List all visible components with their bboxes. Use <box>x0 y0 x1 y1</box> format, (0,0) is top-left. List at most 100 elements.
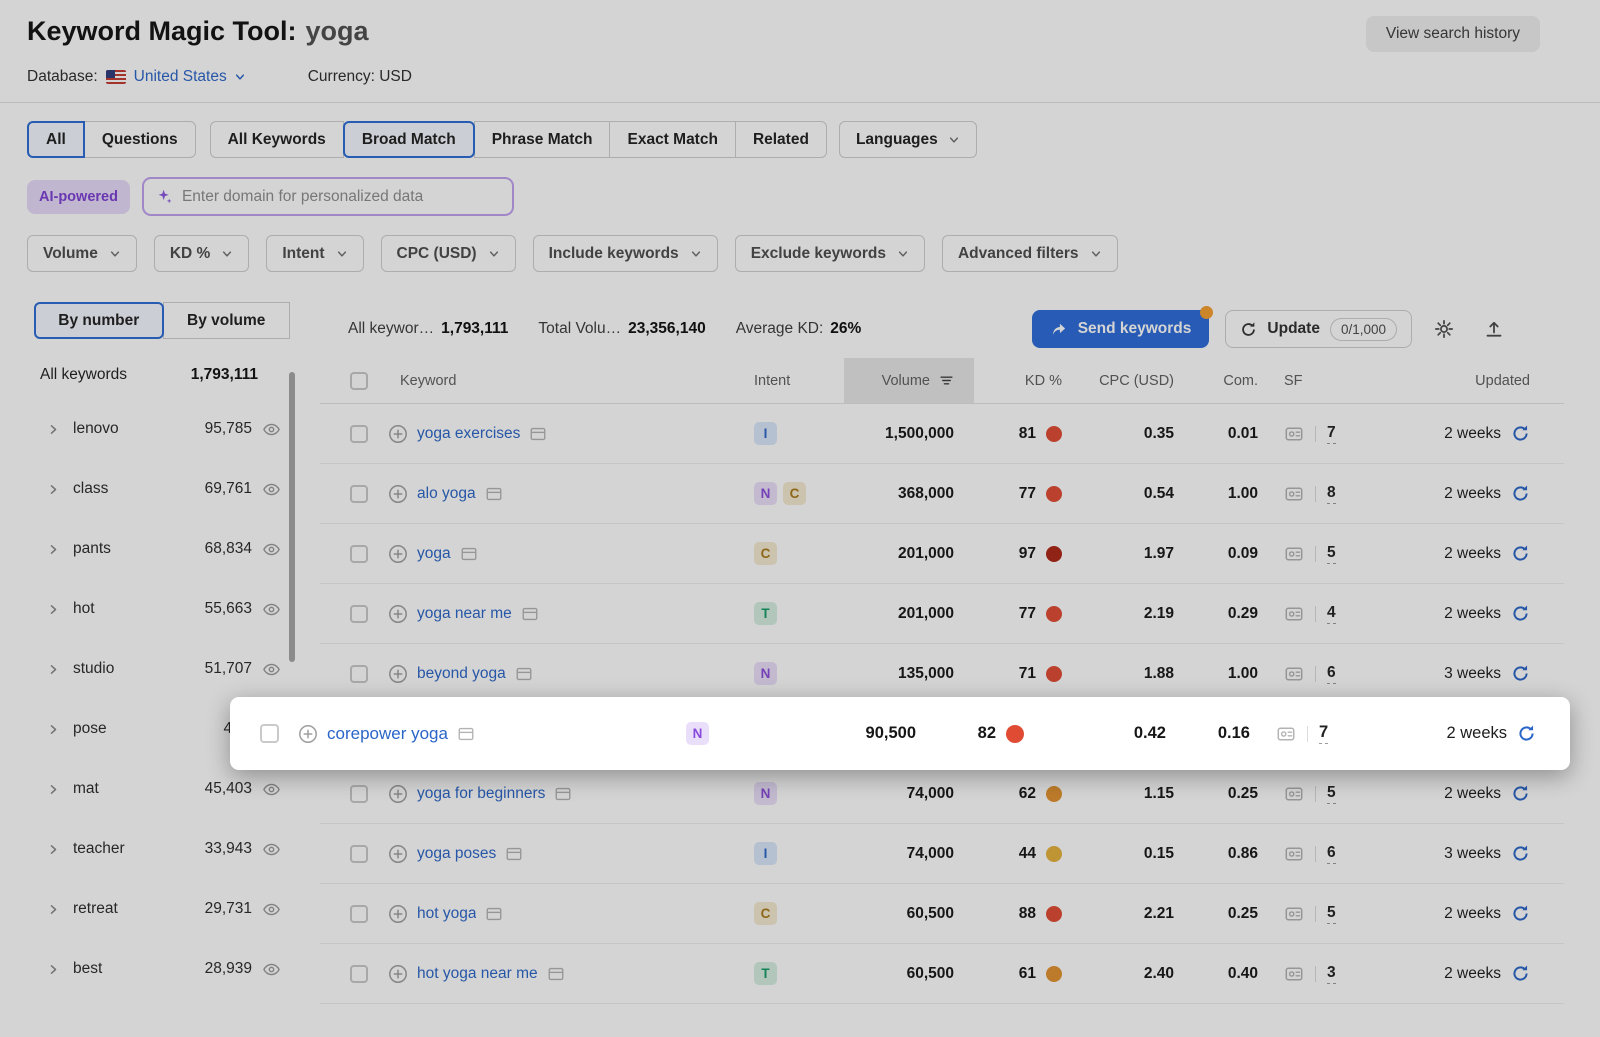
export-button[interactable] <box>1476 311 1512 347</box>
serp-preview-icon[interactable] <box>554 785 572 803</box>
row-checkbox[interactable] <box>350 545 368 563</box>
add-keyword-icon[interactable] <box>388 664 408 684</box>
sf-count[interactable]: 5 <box>1327 544 1336 564</box>
sf-count[interactable]: 6 <box>1327 844 1336 864</box>
tab-related[interactable]: Related <box>735 121 827 158</box>
row-checkbox[interactable] <box>350 845 368 863</box>
serp-preview-icon[interactable] <box>460 545 478 563</box>
eye-icon[interactable] <box>262 600 281 619</box>
row-checkbox[interactable] <box>350 665 368 683</box>
chevron-right-icon[interactable] <box>47 843 60 856</box>
refresh-icon[interactable] <box>1511 904 1530 923</box>
chevron-right-icon[interactable] <box>47 903 60 916</box>
serp-features-icon[interactable] <box>1284 964 1304 984</box>
add-keyword-icon[interactable] <box>388 604 408 624</box>
sf-count[interactable]: 5 <box>1327 904 1336 924</box>
eye-icon[interactable] <box>262 900 281 919</box>
table-row[interactable]: yoga C 201,000 97 1.97 0.09 5 2 weeks <box>320 524 1564 584</box>
refresh-icon[interactable] <box>1511 664 1530 683</box>
sort-by-number-button[interactable]: By number <box>34 302 164 339</box>
keyword-link[interactable]: yoga <box>417 545 451 563</box>
keyword-link[interactable]: alo yoga <box>417 485 476 503</box>
serp-features-icon[interactable] <box>1284 904 1304 924</box>
serp-features-icon[interactable] <box>1284 544 1304 564</box>
refresh-icon[interactable] <box>1511 604 1530 623</box>
column-intent[interactable]: Intent <box>754 358 844 403</box>
tab-phrase-match[interactable]: Phrase Match <box>474 121 611 158</box>
chevron-right-icon[interactable] <box>47 423 60 436</box>
sf-count[interactable]: 3 <box>1327 964 1336 984</box>
table-row-highlighted[interactable]: corepower yoga N 90,500 82 0.42 0.16 7 2… <box>230 704 1570 764</box>
serp-preview-icon[interactable] <box>485 905 503 923</box>
settings-button[interactable] <box>1426 311 1462 347</box>
serp-preview-icon[interactable] <box>457 725 475 743</box>
sort-icon[interactable] <box>939 373 954 388</box>
database-selector[interactable]: United States <box>134 68 246 86</box>
chevron-right-icon[interactable] <box>47 603 60 616</box>
refresh-icon[interactable] <box>1511 844 1530 863</box>
serp-features-icon[interactable] <box>1276 724 1296 744</box>
serp-preview-icon[interactable] <box>547 965 565 983</box>
column-kd[interactable]: KD % <box>974 358 1084 403</box>
sidebar-group-best[interactable]: best 28,939 <box>24 939 298 999</box>
refresh-icon[interactable] <box>1511 544 1530 563</box>
column-sf[interactable]: SF <box>1284 358 1374 403</box>
row-checkbox[interactable] <box>260 724 279 743</box>
eye-icon[interactable] <box>262 780 281 799</box>
table-row[interactable]: alo yoga NC 368,000 77 0.54 1.00 8 2 wee… <box>320 464 1564 524</box>
sf-count[interactable]: 5 <box>1327 784 1336 804</box>
table-row[interactable]: beyond yoga N 135,000 71 1.88 1.00 6 3 w… <box>320 644 1564 704</box>
refresh-icon[interactable] <box>1511 484 1530 503</box>
eye-icon[interactable] <box>262 660 281 679</box>
add-keyword-icon[interactable] <box>388 964 408 984</box>
add-keyword-icon[interactable] <box>388 784 408 804</box>
serp-preview-icon[interactable] <box>521 605 539 623</box>
sf-count[interactable]: 8 <box>1327 484 1336 504</box>
eye-icon[interactable] <box>262 420 281 439</box>
add-keyword-icon[interactable] <box>298 724 318 744</box>
table-row[interactable]: yoga poses I 74,000 44 0.15 0.86 6 3 wee… <box>320 824 1564 884</box>
tab-exact-match[interactable]: Exact Match <box>609 121 735 158</box>
sort-by-volume-button[interactable]: By volume <box>163 302 291 339</box>
tab-all[interactable]: All <box>27 121 85 158</box>
serp-preview-icon[interactable] <box>505 845 523 863</box>
column-cpc[interactable]: CPC (USD) <box>1084 358 1204 403</box>
keyword-link[interactable]: hot yoga near me <box>417 965 538 983</box>
view-search-history-button[interactable]: View search history <box>1366 16 1540 52</box>
serp-preview-icon[interactable] <box>485 485 503 503</box>
domain-input-wrapper[interactable] <box>142 177 514 216</box>
sidebar-all-keywords[interactable]: All keywords 1,793,111 <box>24 351 298 399</box>
send-keywords-button[interactable]: Send keywords <box>1032 310 1210 348</box>
languages-dropdown[interactable]: Languages <box>839 121 977 158</box>
keyword-link[interactable]: yoga near me <box>417 605 512 623</box>
filter-exclude-keywords[interactable]: Exclude keywords <box>735 235 925 272</box>
table-row[interactable]: hot yoga near me T 60,500 61 2.40 0.40 3… <box>320 944 1564 1004</box>
row-checkbox[interactable] <box>350 485 368 503</box>
serp-preview-icon[interactable] <box>529 425 547 443</box>
row-checkbox[interactable] <box>350 605 368 623</box>
column-volume[interactable]: Volume <box>844 358 974 403</box>
sidebar-group-lenovo[interactable]: lenovo 95,785 <box>24 399 298 459</box>
domain-input[interactable] <box>182 188 500 206</box>
serp-features-icon[interactable] <box>1284 784 1304 804</box>
sf-count[interactable]: 7 <box>1327 424 1336 444</box>
column-com[interactable]: Com. <box>1204 358 1284 403</box>
chevron-right-icon[interactable] <box>47 783 60 796</box>
eye-icon[interactable] <box>262 540 281 559</box>
filter-include-keywords[interactable]: Include keywords <box>533 235 718 272</box>
filter-volume[interactable]: Volume <box>27 235 137 272</box>
table-row[interactable]: yoga exercises I 1,500,000 81 0.35 0.01 … <box>320 404 1564 464</box>
add-keyword-icon[interactable] <box>388 544 408 564</box>
select-all-checkbox[interactable] <box>350 372 368 390</box>
serp-features-icon[interactable] <box>1284 604 1304 624</box>
add-keyword-icon[interactable] <box>388 424 408 444</box>
keyword-link[interactable]: yoga poses <box>417 845 496 863</box>
sidebar-group-teacher[interactable]: teacher 33,943 <box>24 819 298 879</box>
serp-features-icon[interactable] <box>1284 484 1304 504</box>
filter-cpc[interactable]: CPC (USD) <box>381 235 516 272</box>
chevron-right-icon[interactable] <box>47 543 60 556</box>
eye-icon[interactable] <box>262 960 281 979</box>
column-updated[interactable]: Updated <box>1374 358 1564 403</box>
sidebar-group-retreat[interactable]: retreat 29,731 <box>24 879 298 939</box>
eye-icon[interactable] <box>262 480 281 499</box>
